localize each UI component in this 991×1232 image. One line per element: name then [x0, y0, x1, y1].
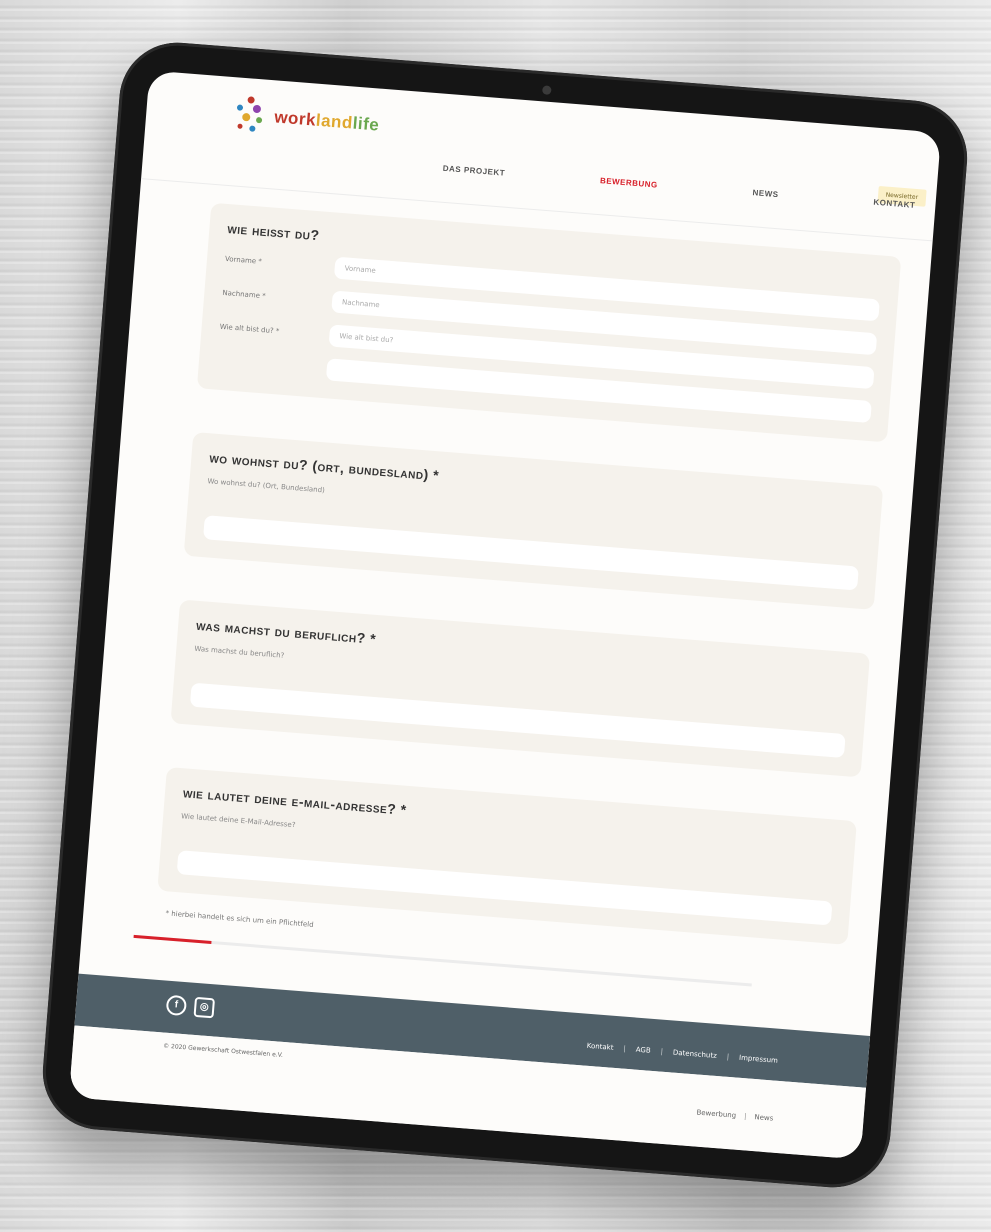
- name-section: wie heißt du? Vorname * Vorname Nachname…: [196, 202, 902, 443]
- site-logo[interactable]: worklandlife: [235, 95, 381, 146]
- main-nav: DAS PROJEKT BEWERBUNG NEWS KONTAKT: [443, 164, 916, 210]
- progress-fill: [133, 934, 212, 944]
- location-section: wo wohnst du? (ort, bundesland) * Wo woh…: [183, 431, 884, 610]
- footer-separator: |: [743, 1112, 747, 1121]
- footer-separator: |: [660, 1047, 664, 1056]
- footer-link-bewerbung[interactable]: Bewerbung: [696, 1109, 736, 1120]
- tablet-device: worklandlife Newsletter DAS PROJEKT BEWE…: [38, 38, 972, 1192]
- form-content: wie heißt du? Vorname * Vorname Nachname…: [74, 179, 933, 1096]
- job-section: was machst du beruflich? * Was machst du…: [170, 599, 871, 778]
- logo-text: worklandlife: [273, 107, 380, 135]
- footer-separator: |: [623, 1044, 627, 1053]
- logo-mark-icon: [235, 95, 268, 137]
- nav-item-news[interactable]: NEWS: [752, 188, 779, 199]
- age-label: Wie alt bist du? *: [219, 322, 280, 336]
- camera-icon: [541, 85, 552, 96]
- firstname-label: Vorname *: [224, 254, 263, 266]
- footer-link-agb[interactable]: AGB: [635, 1046, 650, 1055]
- nav-item-kontakt[interactable]: KONTAKT: [873, 198, 916, 210]
- footer-links-secondary: Bewerbung | News: [696, 1109, 773, 1123]
- instagram-icon[interactable]: ◎: [193, 996, 216, 1019]
- progress-bar: [133, 934, 752, 987]
- social-links: f ◎: [165, 994, 216, 1019]
- copyright-text: © 2020 Gewerkschaft Ostwestfalen e.V.: [162, 1042, 284, 1059]
- footer-link-news[interactable]: News: [754, 1113, 773, 1122]
- footer-separator: |: [726, 1052, 730, 1061]
- nav-item-das-projekt[interactable]: DAS PROJEKT: [443, 164, 506, 178]
- lastname-label: Nachname *: [222, 288, 266, 301]
- facebook-icon[interactable]: f: [165, 994, 188, 1017]
- nav-item-bewerbung[interactable]: BEWERBUNG: [600, 176, 658, 190]
- tablet-screen: worklandlife Newsletter DAS PROJEKT BEWE…: [68, 70, 942, 1160]
